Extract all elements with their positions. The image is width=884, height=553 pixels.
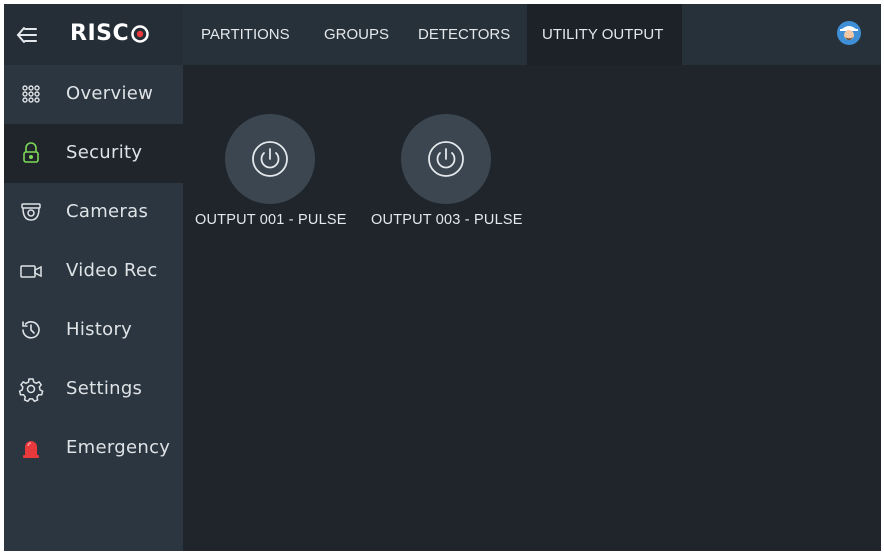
- sidebar-item-overview[interactable]: Overview: [4, 65, 183, 124]
- brand-logo-text: RISC: [70, 21, 130, 46]
- output-001-power-button[interactable]: [225, 114, 315, 204]
- sidebar: RISC Overview Security Cameras Video Rec…: [4, 4, 183, 551]
- sidebar-item-label: Overview: [66, 83, 154, 104]
- sidebar-item-label: Emergency: [66, 437, 171, 458]
- app-window: RISC Overview Security Cameras Video Rec…: [4, 4, 881, 551]
- output-003-power-button[interactable]: [401, 114, 491, 204]
- power-icon: [252, 141, 288, 177]
- tab-label: UTILITY OUTPUT: [542, 26, 664, 43]
- sidebar-item-emergency[interactable]: Emergency: [4, 419, 183, 478]
- sidebar-item-label: Security: [66, 142, 143, 163]
- gear-icon: [18, 378, 44, 402]
- back-arrow-icon[interactable]: [16, 24, 38, 46]
- sidebar-item-cameras[interactable]: Cameras: [4, 183, 183, 242]
- tab-groups[interactable]: GROUPS: [311, 4, 406, 65]
- sidebar-item-label: Settings: [66, 378, 143, 399]
- tab-utility-output[interactable]: UTILITY OUTPUT: [527, 4, 682, 65]
- sidebar-item-security[interactable]: Security: [4, 124, 183, 183]
- sidebar-item-history[interactable]: History: [4, 301, 183, 360]
- sidebar-item-label: Cameras: [66, 201, 149, 222]
- utility-output-panel: OUTPUT 001 - PULSE OUTPUT 003 - PULSE: [183, 65, 881, 551]
- sidebar-header: RISC: [4, 4, 183, 65]
- top-tab-bar: PARTITIONS GROUPS DETECTORS UTILITY OUTP…: [183, 4, 881, 65]
- output-001-label: OUTPUT 001 - PULSE: [195, 212, 347, 228]
- tab-label: GROUPS: [324, 26, 390, 43]
- grid-dots-icon: [22, 85, 40, 103]
- sidebar-item-label: Video Rec: [66, 260, 158, 281]
- output-003-label: OUTPUT 003 - PULSE: [371, 212, 523, 228]
- sidebar-item-label: History: [66, 319, 133, 340]
- history-icon: [22, 321, 40, 339]
- lock-icon: [23, 142, 39, 163]
- sidebar-item-video-rec[interactable]: Video Rec: [4, 242, 183, 301]
- tab-detectors[interactable]: DETECTORS: [406, 4, 527, 65]
- brand-logo: RISC: [70, 21, 149, 46]
- sidebar-item-settings[interactable]: Settings: [4, 360, 183, 419]
- camera-icon: [21, 203, 41, 221]
- user-avatar-icon[interactable]: [836, 20, 862, 46]
- tab-partitions[interactable]: PARTITIONS: [183, 4, 311, 65]
- siren-icon: [23, 441, 39, 458]
- power-icon: [428, 141, 464, 177]
- logo-mark-icon: [131, 24, 149, 43]
- video-icon: [20, 265, 42, 278]
- tab-label: PARTITIONS: [201, 26, 290, 43]
- tab-label: DETECTORS: [418, 26, 511, 43]
